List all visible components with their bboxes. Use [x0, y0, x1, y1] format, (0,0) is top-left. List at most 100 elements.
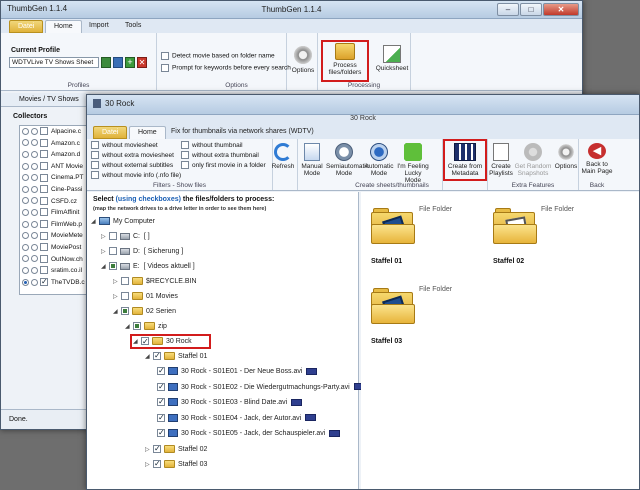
- collector-radio[interactable]: [22, 266, 29, 274]
- collector-checkbox[interactable]: [40, 162, 48, 171]
- collector-checkbox[interactable]: [40, 243, 48, 252]
- staffel01-checkbox[interactable]: [153, 350, 161, 361]
- episode-row[interactable]: 30 Rock - S01E04 - Jack, der Autor.avi: [157, 412, 317, 424]
- filter-checkbox[interactable]: [91, 151, 99, 160]
- detect-movie-option[interactable]: Detect movie based on folder name: [161, 52, 275, 60]
- create-playlists-button[interactable]: Create Playlists: [488, 143, 514, 177]
- collector-radio-alt[interactable]: [31, 150, 38, 158]
- drive-e-checkbox[interactable]: [109, 262, 117, 271]
- collector-radio[interactable]: [22, 232, 29, 240]
- collector-radio[interactable]: [22, 255, 29, 263]
- collector-radio-alt[interactable]: [31, 232, 38, 240]
- filter-option[interactable]: without moviesheet: [91, 141, 181, 151]
- collector-radio-alt[interactable]: [31, 197, 38, 205]
- movies-tv-tab[interactable]: Movies / TV Shows: [1, 93, 91, 107]
- episode-checkbox[interactable]: [157, 381, 165, 392]
- collector-checkbox[interactable]: [40, 173, 48, 182]
- collector-radio-alt[interactable]: [31, 278, 38, 286]
- folder-view[interactable]: File Folder Staffel 01 File Folder Staff…: [361, 192, 639, 489]
- collector-radio-alt[interactable]: [31, 162, 38, 170]
- front-tab-wdtv[interactable]: Fix for thumbnails via network shares (W…: [163, 126, 322, 139]
- front-options-button[interactable]: Options: [552, 143, 580, 170]
- movies-checkbox[interactable]: [121, 292, 129, 301]
- tree-show[interactable]: ◢30 Rock: [130, 334, 211, 349]
- collector-item[interactable]: Cinema.PT: [20, 172, 88, 184]
- collector-item[interactable]: MovieMete: [20, 230, 88, 242]
- collector-checkbox[interactable]: [40, 150, 48, 159]
- collector-item[interactable]: FilmWeb.p: [20, 219, 88, 231]
- manual-mode-button[interactable]: Manual Mode: [298, 143, 326, 177]
- tree-drive-e[interactable]: ◢ E: [ Videos aktuell ]: [101, 261, 195, 272]
- staffel03-checkbox[interactable]: [153, 458, 161, 469]
- collector-checkbox[interactable]: [40, 276, 48, 288]
- show-checkbox[interactable]: [141, 335, 149, 348]
- filter-option[interactable]: without thumbnail: [181, 141, 266, 151]
- profile-select[interactable]: WDTVLive TV Shows Sheet: [9, 57, 99, 68]
- filter-option[interactable]: without extra moviesheet: [91, 151, 181, 161]
- folder-item-staffel01[interactable]: File Folder Staffel 01: [371, 204, 481, 274]
- collector-item[interactable]: TheTVDB.c: [20, 276, 88, 289]
- collector-radio[interactable]: [22, 185, 29, 193]
- tree-staffel02[interactable]: ▷Staffel 02: [145, 443, 207, 455]
- semiautomatic-mode-button[interactable]: Semiautomatic Mode: [326, 143, 369, 177]
- tree-staffel01[interactable]: ◢Staffel 01: [145, 350, 207, 362]
- collector-radio[interactable]: [22, 139, 29, 147]
- collector-item[interactable]: OutNow.ch: [20, 254, 88, 266]
- refresh-button[interactable]: Refresh: [271, 143, 295, 170]
- process-files-button[interactable]: Process files/folders: [321, 40, 369, 82]
- collector-item[interactable]: Alpacine.c: [20, 126, 88, 138]
- tree-staffel03[interactable]: ▷Staffel 03: [145, 458, 207, 470]
- maximize-button[interactable]: □: [520, 3, 542, 16]
- save-profile-icon[interactable]: [101, 57, 111, 68]
- minimize-button[interactable]: –: [497, 3, 519, 16]
- collector-item[interactable]: sratim.co.il: [20, 265, 88, 277]
- random-snapshots-button[interactable]: Get Random Snapshots: [514, 143, 552, 177]
- collector-checkbox[interactable]: [40, 254, 48, 263]
- tree-drive-d[interactable]: ▷ D: [ Sicherung ]: [101, 246, 183, 257]
- collector-item[interactable]: FilmAffinit: [20, 207, 88, 219]
- collector-radio[interactable]: [22, 243, 29, 251]
- collector-radio[interactable]: [22, 208, 29, 216]
- collector-radio-alt[interactable]: [31, 127, 38, 135]
- collector-checkbox[interactable]: [40, 231, 48, 240]
- tree-drive-c[interactable]: ▷ C: [ ]: [101, 231, 150, 242]
- filter-option[interactable]: only first movie in a folder: [181, 161, 266, 171]
- episode-checkbox[interactable]: [157, 427, 165, 438]
- collector-checkbox[interactable]: [40, 185, 48, 194]
- collector-item[interactable]: MoviePost: [20, 242, 88, 254]
- episode-checkbox[interactable]: [157, 396, 165, 407]
- front-tab-datei[interactable]: Datei: [93, 126, 128, 139]
- prompt-keywords-option[interactable]: Prompt for keywords before every search: [161, 64, 291, 72]
- collector-radio-alt[interactable]: [31, 208, 38, 216]
- episode-checkbox[interactable]: [157, 365, 165, 376]
- collector-checkbox[interactable]: [40, 127, 48, 136]
- options-button[interactable]: Options: [289, 45, 317, 74]
- episode-row[interactable]: 30 Rock - S01E02 - Die Wiedergutmachungs…: [157, 381, 365, 393]
- filter-checkbox[interactable]: [181, 161, 189, 170]
- delete-profile-icon[interactable]: ✕: [137, 57, 147, 68]
- filter-checkbox[interactable]: [91, 141, 99, 150]
- tree-root[interactable]: ◢ My Computer: [91, 216, 155, 227]
- zip-checkbox[interactable]: [133, 322, 141, 331]
- tree-movies[interactable]: ▷ 01 Movies: [113, 291, 178, 302]
- episode-checkbox[interactable]: [157, 412, 165, 423]
- tree-zip[interactable]: ◢ zip: [125, 321, 167, 332]
- front-tab-home[interactable]: Home: [129, 126, 166, 139]
- tab-tools[interactable]: Tools: [117, 20, 149, 33]
- collector-checkbox[interactable]: [40, 196, 48, 205]
- collector-radio-alt[interactable]: [31, 174, 38, 182]
- tab-import[interactable]: Import: [81, 20, 117, 33]
- tab-home[interactable]: Home: [45, 20, 82, 33]
- filter-option[interactable]: without movie info (.nfo file): [91, 171, 181, 181]
- tab-datei[interactable]: Datei: [9, 20, 44, 33]
- episode-row[interactable]: 30 Rock - S01E01 - Der Neue Boss.avi: [157, 365, 318, 377]
- collector-checkbox[interactable]: [40, 220, 48, 229]
- folder-tree[interactable]: ◢ My Computer ▷ C: [ ] ▷ D: [ Sicherung ] ◢…: [87, 216, 365, 488]
- collector-radio[interactable]: [22, 174, 29, 182]
- tree-serien[interactable]: ◢ 02 Serien: [113, 306, 176, 317]
- episode-row[interactable]: 30 Rock - S01E03 - Blind Date.avi: [157, 396, 303, 408]
- collector-radio-alt[interactable]: [31, 220, 38, 228]
- tree-recycle[interactable]: ▷ $RECYCLE.BIN: [113, 276, 197, 287]
- prompt-keywords-checkbox[interactable]: [161, 64, 169, 72]
- serien-checkbox[interactable]: [121, 307, 129, 316]
